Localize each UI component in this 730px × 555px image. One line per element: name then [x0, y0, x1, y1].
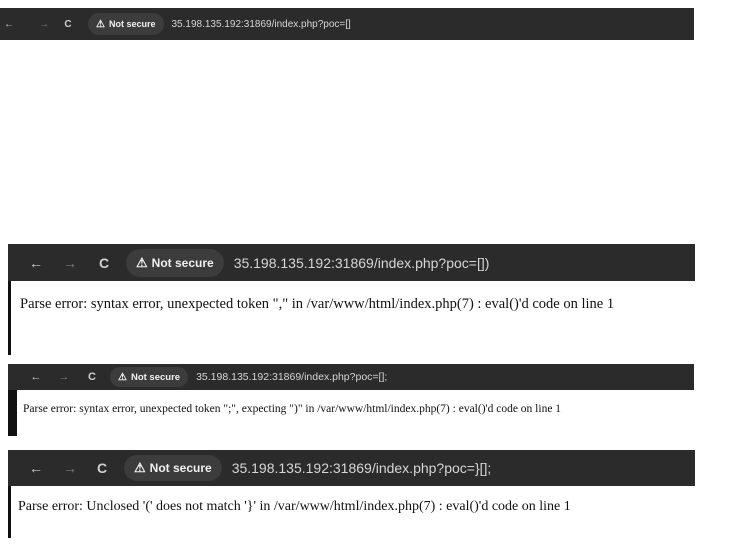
parse-error-message: Parse error: Unclosed '(' does not match… [18, 499, 571, 514]
forward-button[interactable]: → [60, 460, 80, 476]
back-arrow-icon: ← [30, 371, 42, 383]
reload-button[interactable]: C [84, 371, 100, 383]
browser-toolbar: ← → C ⚠ Not secure 35.198.135.192:31869/… [8, 244, 695, 281]
back-arrow-icon: ← [4, 18, 14, 30]
parse-error-message: Parse error: syntax error, unexpected to… [20, 296, 615, 312]
forward-arrow-icon: → [63, 254, 77, 271]
reload-icon: C [98, 254, 110, 271]
security-label: Not secure [151, 255, 214, 270]
security-chip[interactable]: ⚠ Not secure [110, 367, 189, 387]
window-edge [8, 486, 11, 538]
forward-arrow-icon: → [63, 460, 77, 476]
reload-icon: C [96, 460, 108, 476]
parse-error-message: Parse error: syntax error, unexpected to… [23, 403, 562, 415]
forward-arrow-icon: → [58, 371, 70, 383]
address-bar-url[interactable]: 35.198.135.192:31869/index.php?poc=[]; [196, 371, 387, 383]
back-button[interactable]: ← [2, 19, 16, 30]
address-bar-url[interactable]: 35.198.135.192:31869/index.php?poc=[] [172, 19, 351, 30]
security-label: Not secure [108, 19, 156, 29]
warning-icon: ⚠ [118, 371, 127, 383]
back-button[interactable]: ← [26, 460, 46, 476]
forward-button[interactable]: → [60, 255, 80, 271]
security-label: Not secure [130, 371, 181, 383]
security-chip[interactable]: ⚠ Not secure [124, 455, 222, 481]
reload-button[interactable]: C [94, 255, 114, 271]
back-arrow-icon: ← [29, 460, 43, 476]
security-label: Not secure [149, 461, 212, 475]
window-edge [8, 390, 17, 436]
warning-icon: ⚠ [136, 254, 148, 270]
warning-icon: ⚠ [134, 460, 146, 475]
security-chip[interactable]: ⚠ Not secure [88, 13, 164, 35]
forward-arrow-icon: → [39, 18, 49, 30]
reload-icon: C [88, 371, 96, 383]
back-button[interactable]: ← [28, 371, 44, 383]
browser-toolbar: ← → C ⚠ Not secure 35.198.135.192:31869/… [8, 450, 695, 486]
security-chip[interactable]: ⚠ Not secure [126, 248, 224, 277]
forward-button[interactable]: → [56, 371, 72, 383]
reload-button[interactable]: C [60, 19, 76, 30]
forward-button[interactable]: → [34, 19, 54, 30]
window-edge [8, 281, 11, 355]
address-bar-url[interactable]: 35.198.135.192:31869/index.php?poc=}[]; [232, 460, 492, 476]
back-arrow-icon: ← [29, 254, 43, 271]
reload-icon: C [64, 18, 72, 30]
browser-toolbar: ← → C ⚠ Not secure 35.198.135.192:31869/… [8, 364, 694, 390]
reload-button[interactable]: C [92, 460, 112, 476]
warning-icon: ⚠ [96, 18, 105, 30]
back-button[interactable]: ← [26, 255, 46, 271]
browser-toolbar: ← → C ⚠ Not secure 35.198.135.192:31869/… [0, 8, 694, 40]
address-bar-url[interactable]: 35.198.135.192:31869/index.php?poc=[]) [234, 255, 490, 271]
